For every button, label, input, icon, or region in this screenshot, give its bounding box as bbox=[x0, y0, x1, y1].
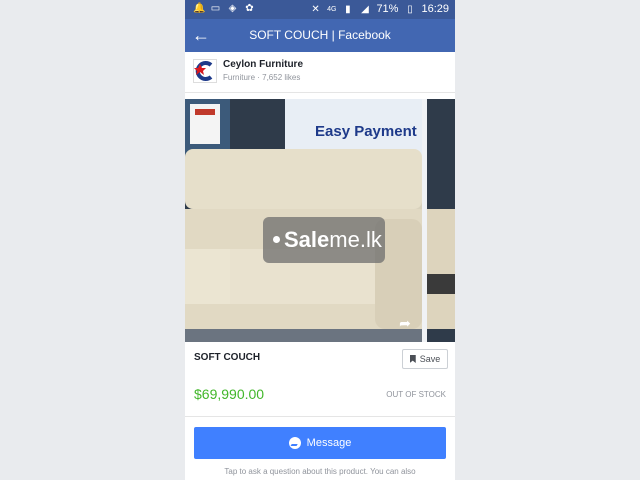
network-type: 4G bbox=[327, 5, 337, 13]
message-button[interactable]: Message bbox=[194, 427, 446, 459]
mute-icon: ✕ bbox=[311, 3, 320, 15]
signal-icon: ◢ bbox=[361, 3, 369, 15]
product-title: SOFT COUCH bbox=[194, 352, 261, 363]
app-bar: ← SOFT COUCH | Facebook bbox=[185, 19, 455, 52]
clock: 16:29 bbox=[421, 3, 449, 15]
message-hint-text: Tap to ask a question about this product… bbox=[224, 467, 416, 476]
seller-name[interactable]: Ceylon Furniture bbox=[223, 59, 303, 70]
message-button-label: Message bbox=[306, 437, 352, 449]
product-price: $69,990.00 bbox=[194, 386, 265, 402]
divider bbox=[185, 416, 455, 417]
saleme-watermark: Saleme.lk bbox=[263, 217, 385, 263]
banner-text: Easy Payment bbox=[315, 123, 417, 140]
bookmark-icon bbox=[409, 355, 416, 363]
message-icon: ▭ bbox=[210, 3, 221, 14]
left-background bbox=[0, 0, 185, 480]
ceylon-furniture-logo bbox=[193, 59, 217, 83]
share-icon[interactable]: ➦ bbox=[396, 314, 414, 332]
messenger-icon bbox=[288, 437, 301, 449]
stock-status: OUT OF STOCK bbox=[386, 390, 446, 399]
status-bar: 🔔 ▭ ◈ ✿ ✕ 4G ▮ ◢ 71% ▯ 16:29 bbox=[185, 0, 455, 19]
sim-icon: ▮ bbox=[345, 3, 351, 15]
seller-meta: Furniture · 7,652 likes bbox=[223, 73, 301, 82]
right-background bbox=[455, 0, 640, 480]
shield-icon: ◈ bbox=[228, 3, 237, 14]
page-title: SOFT COUCH | Facebook bbox=[249, 28, 391, 42]
product-gallery[interactable]: Easy Payment Saleme.lk ➦ bbox=[185, 99, 455, 342]
watermark-dot-icon bbox=[273, 236, 280, 244]
product-photo[interactable]: Easy Payment Saleme.lk ➦ bbox=[185, 99, 422, 342]
seller-page-row[interactable]: Ceylon Furniture Furniture · 7,652 likes bbox=[185, 52, 455, 93]
save-button[interactable]: Save bbox=[402, 349, 448, 369]
next-product-photo[interactable] bbox=[427, 99, 455, 342]
battery-icon: ▯ bbox=[407, 3, 413, 15]
app-icon: ✿ bbox=[245, 3, 254, 14]
battery-level: 71% bbox=[376, 3, 399, 15]
save-button-label: Save bbox=[419, 354, 441, 364]
phone-screen: 🔔 ▭ ◈ ✿ ✕ 4G ▮ ◢ 71% ▯ 16:29 ← SOFT COUC… bbox=[185, 0, 455, 480]
notification-bell-icon: 🔔 bbox=[193, 3, 206, 14]
